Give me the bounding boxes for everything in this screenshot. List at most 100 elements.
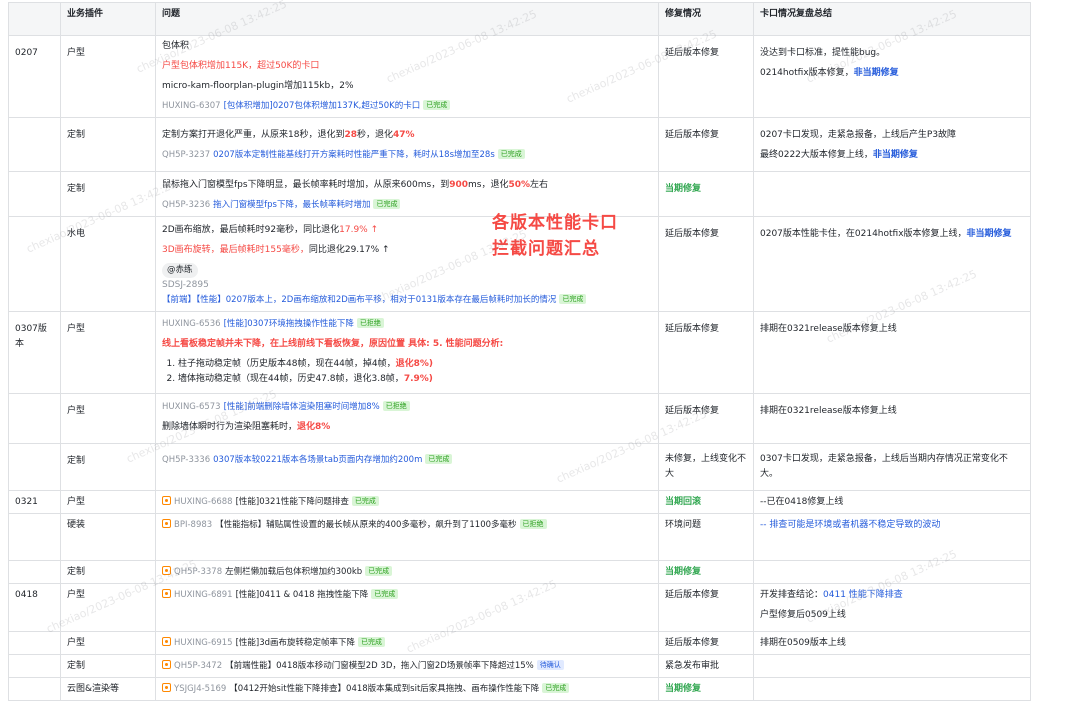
ticket-icon	[162, 589, 171, 598]
problem-cell: 定制方案打开退化严重，从原来18秒，退化到28秒，退化47% QH5P-3237…	[155, 117, 659, 172]
version-cell: 0418	[8, 583, 61, 632]
biz-cell: 水电	[60, 216, 156, 312]
issue-ticket-link[interactable]: QH5P-3237 0207版本定制性能基线打开方案耗时性能严重下降，耗时从18s…	[162, 148, 652, 163]
biz-cell: 定制	[60, 560, 156, 584]
table-row: 0321 户型 HUXING-6688 [性能]0321性能下降问题排查 已完成 当…	[8, 490, 1031, 514]
status-tag: 已拒绝	[382, 401, 410, 411]
status-tag: 已完成	[425, 454, 453, 464]
issue-ticket-link[interactable]: HUXING-6536 [性能]0307环境拖拽操作性能下降 已拒绝	[162, 317, 652, 332]
issue-ticket-link[interactable]: HUXING-6573 [性能]前端删除墙体渲染阻塞时间增加8% 已拒绝	[162, 400, 652, 415]
summary-link[interactable]: 0411 性能下降排查	[823, 590, 903, 600]
fix-cell: 延后版本修复	[658, 583, 754, 632]
problem-cell: HUXING-6573 [性能]前端删除墙体渲染阻塞时间增加8% 已拒绝 删除墙体瞬…	[155, 393, 659, 444]
table-row: 0307版本 户型 HUXING-6536 [性能]0307环境拖拽操作性能下降已…	[8, 311, 1031, 394]
header-problem: 问题	[155, 2, 659, 36]
summary-cell: 排期在0321release版本修复上线	[753, 311, 1031, 394]
version-cell: 0321	[8, 490, 61, 514]
problem-cell: BPI-8983 【性能指标】辅贴属性设置的最长帧从原来的400多毫秒，飙升到了1…	[155, 513, 659, 561]
status-tag: 已完成	[542, 683, 570, 693]
biz-cell: 户型	[60, 631, 156, 655]
header-version	[8, 2, 61, 36]
fix-cell: 延后版本修复	[658, 35, 754, 118]
status-tag: 已拒绝	[356, 318, 384, 328]
issue-ticket-link[interactable]: HUXING-6688 [性能]0321性能下降问题排查 已完成	[162, 495, 652, 510]
status-tag: 已完成	[423, 100, 451, 110]
fix-cell: 延后版本修复	[658, 631, 754, 655]
issue-ticket-link[interactable]: HUXING-6307 [包体积增加]0207包体积增加137K,超过50K的卡口…	[162, 99, 652, 114]
table-row: 定制 QH5P-3336 0307版本较0221版本各场景tab页面内存增加约20…	[8, 443, 1031, 491]
table-row: 云图&渲染等 YSJGJ4-5169 【0412开始sit性能下降排查】0418版…	[8, 677, 1031, 701]
version-cell: 0307版本	[8, 311, 61, 394]
overlay-title: 各版本性能卡口 拦截问题汇总	[492, 213, 618, 259]
fix-cell: 紧急发布审批	[658, 654, 754, 678]
table-row: 定制 定制方案打开退化严重，从原来18秒，退化到28秒，退化47% QH5P-3…	[8, 117, 1031, 172]
issue-ticket-link[interactable]: HUXING-6915 [性能]3d画布旋转稳定帧率下降 已完成	[162, 636, 652, 651]
table-row: 户型 HUXING-6915 [性能]3d画布旋转稳定帧率下降 已完成 延后版本修复…	[8, 631, 1031, 655]
problem-cell: QH5P-3336 0307版本较0221版本各场景tab页面内存增加约200m 已…	[155, 443, 659, 491]
fix-cell: 延后版本修复	[658, 393, 754, 444]
status-tag: 已完成	[351, 496, 379, 506]
problem-cell: QH5P-3472 【前端性能】0418版本移动门窗模型2D 3D，拖入门窗2D场…	[155, 654, 659, 678]
problem-cell: YSJGJ4-5169 【0412开始sit性能下降排查】0418版本集成到sit…	[155, 677, 659, 701]
biz-cell: 户型	[60, 311, 156, 394]
issue-ticket-link[interactable]: BPI-8983 【性能指标】辅贴属性设置的最长帧从原来的400多毫秒，飙升到了1…	[162, 518, 652, 533]
issue-ticket-link[interactable]: QH5P-3472 【前端性能】0418版本移动门窗模型2D 3D，拖入门窗2D场…	[162, 659, 652, 674]
ticket-icon	[162, 660, 171, 669]
biz-cell: 定制	[60, 117, 156, 172]
header-business-plugin: 业务插件	[60, 2, 156, 36]
biz-cell: 硬装	[60, 513, 156, 561]
summary-cell: 开发排查结论：0411 性能下降排查 户型修复后0509上线	[753, 583, 1031, 632]
table-row: 0418 户型 HUXING-6891 [性能]0411 & 0418 拖拽性能下…	[8, 583, 1031, 632]
status-tag: 已完成	[358, 637, 386, 647]
status-tag: 已完成	[373, 199, 401, 209]
issue-ticket-link[interactable]: 【前端】【性能】0207版本上，2D画布缩放和2D画布平移，相对于0131版本存…	[162, 293, 652, 308]
ticket-icon	[162, 637, 171, 646]
summary-cell: 0207卡口发现，走紧急报备，上线后产生P3故障 最终0222大版本修复上线，非…	[753, 117, 1031, 172]
problem-cell: HUXING-6536 [性能]0307环境拖拽操作性能下降 已拒绝 线上看板稳定帧…	[155, 311, 659, 394]
ticket-icon	[162, 566, 171, 575]
status-tag: 已完成	[371, 589, 399, 599]
list-item: 柱子拖动稳定帧（历史版本48帧，现在44帧，掉4帧，退化8%)	[178, 357, 652, 372]
biz-cell: 户型	[60, 393, 156, 444]
fix-cell: 延后版本修复	[658, 216, 754, 312]
list-item: 墙体拖动稳定帧（现在44帧，历史47.8帧，退化3.8帧，7.9%)	[178, 372, 652, 387]
biz-cell: 定制	[60, 654, 156, 678]
issue-ticket-link[interactable]: YSJGJ4-5169 【0412开始sit性能下降排查】0418版本集成到sit…	[162, 682, 652, 697]
problem-cell: HUXING-6891 [性能]0411 & 0418 拖拽性能下降 已完成	[155, 583, 659, 632]
problem-cell: 包体积 户型包体积增加115K，超过50K的卡口 micro-kam-floor…	[155, 35, 659, 118]
fix-cell: 当期回滚	[658, 490, 754, 514]
ticket-icon	[162, 683, 171, 692]
status-tag: 已完成	[497, 149, 525, 159]
biz-cell: 云图&渲染等	[60, 677, 156, 701]
summary-cell: 没达到卡口标准，提性能bug。 0214hotfix版本修复，非当期修复	[753, 35, 1031, 118]
issue-ticket-link[interactable]: QH5P-3378 左侧栏懒加载后包体积增加约300kb 已完成	[162, 565, 652, 580]
ticket-icon	[162, 519, 171, 528]
analysis-list: 柱子拖动稳定帧（历史版本48帧，现在44帧，掉4帧，退化8%) 墙体拖动稳定帧（…	[162, 357, 652, 387]
fix-cell: 延后版本修复	[658, 117, 754, 172]
summary-cell: 排期在0321release版本修复上线	[753, 393, 1031, 444]
mention-chip[interactable]: @赤练	[162, 263, 198, 278]
issue-ticket-link[interactable]: HUXING-6891 [性能]0411 & 0418 拖拽性能下降 已完成	[162, 588, 652, 603]
status-tag: 已完成	[559, 294, 587, 304]
table-row: 0207 户型 包体积 户型包体积增加115K，超过50K的卡口 micro-k…	[8, 35, 1031, 118]
table-row: 户型 HUXING-6573 [性能]前端删除墙体渲染阻塞时间增加8% 已拒绝 删除…	[8, 393, 1031, 444]
biz-cell: 户型	[60, 490, 156, 514]
problem-cell: QH5P-3378 左侧栏懒加载后包体积增加约300kb 已完成	[155, 560, 659, 584]
fix-cell: 当期修复	[658, 560, 754, 584]
perf-issue-table: 业务插件 问题 修复情况 卡口情况复盘总结 0207 户型 包体积 户型包体积增…	[8, 2, 1031, 701]
header-review-summary: 卡口情况复盘总结	[753, 2, 1031, 36]
biz-cell: 定制	[60, 443, 156, 491]
fix-cell: 当期修复	[658, 171, 754, 217]
biz-cell: 定制	[60, 171, 156, 217]
table-header-row: 业务插件 问题 修复情况 卡口情况复盘总结	[8, 2, 1031, 36]
summary-cell: 0207版本性能卡住，在0214hotfix版本修复上线，非当期修复	[753, 216, 1031, 312]
issue-ticket-link[interactable]: QH5P-3336 0307版本较0221版本各场景tab页面内存增加约200m 已…	[162, 453, 652, 468]
fix-cell: 当期修复	[658, 677, 754, 701]
summary-cell: --已在0418修复上线	[753, 490, 1031, 514]
fix-cell: 环境问题	[658, 513, 754, 561]
problem-cell: HUXING-6915 [性能]3d画布旋转稳定帧率下降 已完成	[155, 631, 659, 655]
table-row: 硬装 BPI-8983 【性能指标】辅贴属性设置的最长帧从原来的400多毫秒，飙升…	[8, 513, 1031, 561]
summary-cell: 0307卡口发现，走紧急报备，上线后当期内存情况正常变化不大。	[753, 443, 1031, 491]
header-fix-status: 修复情况	[658, 2, 754, 36]
ticket-icon	[162, 496, 171, 505]
